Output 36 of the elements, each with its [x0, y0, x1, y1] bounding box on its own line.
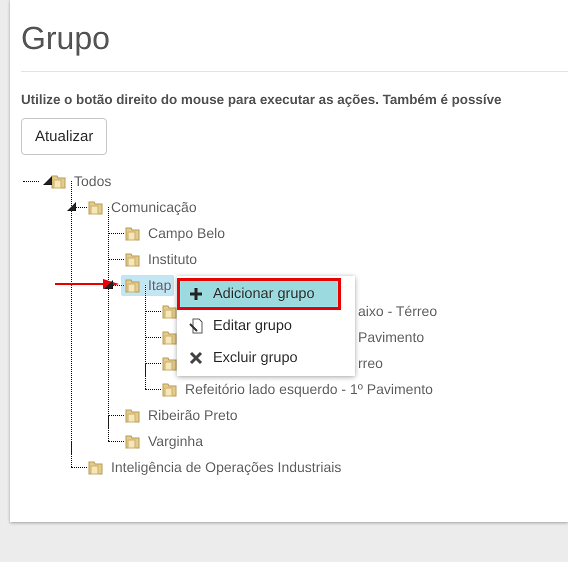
plus-icon	[189, 287, 203, 301]
folder-icon	[161, 302, 178, 320]
tree-item-label[interactable]: rreo	[358, 355, 383, 371]
folder-icon	[161, 328, 178, 346]
tree-item[interactable]: Refeitório lado esquerdo - 1º Pavimento	[158, 378, 436, 400]
tree-item[interactable]: Campo Belo	[121, 222, 228, 244]
folder-icon	[124, 406, 141, 424]
menu-item[interactable]: Editar grupo	[177, 310, 355, 342]
expanded-icon[interactable]	[104, 280, 113, 289]
tree-item[interactable]: Ribeirão Preto	[121, 404, 240, 426]
tree-item[interactable]: Todos	[47, 170, 114, 192]
close-icon	[189, 351, 203, 365]
tree-item-label[interactable]: Pavimento	[358, 329, 424, 345]
tree-item-label[interactable]: aixo - Térreo	[358, 303, 438, 319]
menu-item[interactable]: Excluir grupo	[177, 342, 355, 374]
refresh-button[interactable]: Atualizar	[21, 118, 108, 155]
instructions-text: Utilize o botão direito do mouse para executar as ações. Também é possíve	[21, 92, 502, 107]
edit-document-icon	[189, 318, 203, 334]
folder-icon	[50, 172, 67, 190]
folder-icon	[124, 432, 141, 450]
menu-item[interactable]: Adicionar grupo	[177, 278, 341, 310]
folder-icon	[87, 458, 104, 476]
folder-icon	[87, 198, 104, 216]
tree-item[interactable]: Inteligência de Operações Industriais	[84, 456, 344, 478]
tree-item[interactable]: Instituto	[121, 248, 200, 270]
folder-icon	[124, 276, 141, 294]
folder-icon	[124, 224, 141, 242]
tree-item[interactable]: Comunicação	[84, 196, 200, 218]
folder-icon	[161, 354, 178, 372]
page-title: Grupo	[21, 0, 568, 72]
tree-item[interactable]: Itap	[121, 274, 174, 296]
expanded-icon[interactable]	[43, 176, 52, 185]
expanded-icon[interactable]	[67, 202, 76, 211]
folder-icon	[161, 380, 178, 398]
folder-icon	[124, 250, 141, 268]
tree-item[interactable]: Varginha	[121, 430, 206, 452]
